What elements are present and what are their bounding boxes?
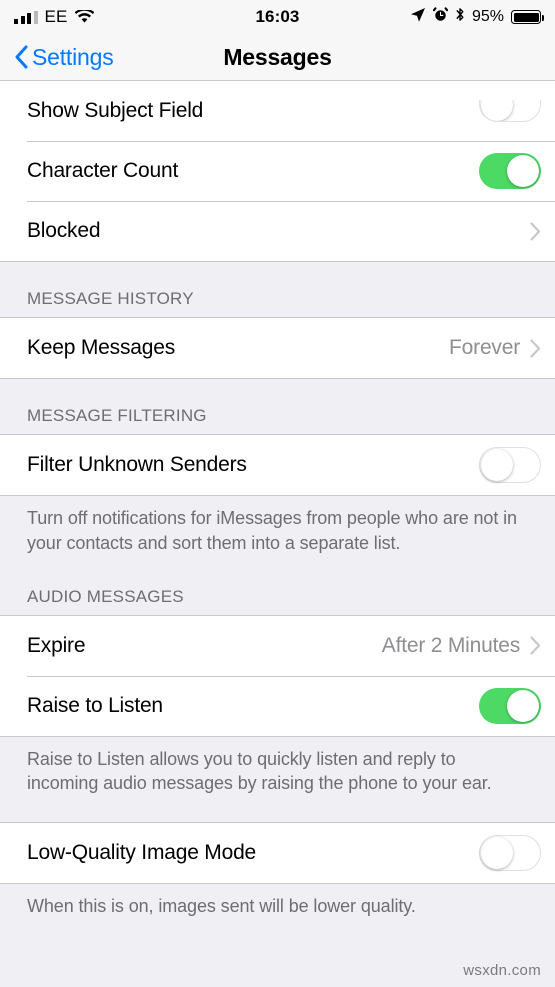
- row-label: Filter Unknown Senders: [27, 453, 247, 476]
- row-character-count[interactable]: Character Count: [0, 141, 555, 201]
- settings-group-message-history: Keep Messages Forever: [0, 317, 555, 379]
- row-value: After 2 Minutes: [381, 633, 520, 657]
- row-low-quality-image-mode[interactable]: Low-Quality Image Mode: [0, 823, 555, 884]
- toggle-show-subject-field[interactable]: [479, 100, 541, 122]
- settings-group-message-filtering: Filter Unknown Senders: [0, 434, 555, 496]
- row-expire[interactable]: Expire After 2 Minutes: [0, 615, 555, 676]
- back-button-settings[interactable]: Settings: [0, 44, 114, 71]
- chevron-right-icon: [530, 221, 541, 241]
- section-header-message-history: MESSAGE HISTORY: [27, 289, 194, 308]
- section-footer-audio-messages: Raise to Listen allows you to quickly li…: [27, 748, 492, 794]
- toggle-filter-unknown-senders[interactable]: [479, 447, 541, 483]
- toggle-raise-to-listen[interactable]: [479, 687, 541, 724]
- row-label: Character Count: [27, 159, 179, 182]
- status-bar: EE 16:03 95%: [0, 0, 555, 34]
- row-label: Raise to Listen: [27, 693, 163, 717]
- wifi-icon: [74, 8, 94, 24]
- settings-group-image-quality: Low-Quality Image Mode: [0, 822, 555, 885]
- row-filter-unknown-senders[interactable]: Filter Unknown Senders: [0, 435, 555, 495]
- row-value: Forever: [449, 336, 520, 359]
- settings-group-general: Show Subject Field Character Count Block…: [0, 81, 555, 262]
- toggle-low-quality-image-mode[interactable]: [479, 835, 541, 872]
- chevron-left-icon: [14, 45, 28, 69]
- chevron-right-icon: [530, 636, 541, 655]
- battery-percent-label: 95%: [471, 8, 504, 25]
- row-label: Blocked: [27, 219, 101, 242]
- section-header-message-filtering: MESSAGE FILTERING: [27, 406, 207, 425]
- back-button-label: Settings: [32, 43, 114, 70]
- signal-bars-icon: [14, 10, 38, 24]
- section-footer-image-quality: When this is on, images sent will be low…: [27, 896, 416, 917]
- row-label: Keep Messages: [27, 336, 175, 359]
- row-keep-messages[interactable]: Keep Messages Forever: [0, 318, 555, 378]
- watermark: wsxdn.com: [463, 962, 541, 979]
- toggle-character-count[interactable]: [479, 153, 541, 189]
- carrier-label: EE: [44, 7, 68, 26]
- battery-icon: [511, 10, 544, 24]
- iphone-settings-screen: EE 16:03 95% Settings Messages Show Subj…: [0, 0, 555, 987]
- alarm-clock-icon: [432, 7, 449, 27]
- row-label: Show Subject Field: [27, 99, 204, 122]
- navigation-bar: Settings Messages: [0, 34, 555, 81]
- chevron-right-icon: [530, 338, 541, 358]
- row-label: Expire: [27, 633, 86, 657]
- location-arrow-icon: [410, 7, 426, 28]
- settings-group-audio-messages: Expire After 2 Minutes Raise to Listen: [0, 614, 555, 737]
- row-show-subject-field[interactable]: Show Subject Field: [0, 81, 555, 141]
- row-label: Low-Quality Image Mode: [27, 841, 257, 865]
- bluetooth-icon: [455, 7, 465, 27]
- row-raise-to-listen[interactable]: Raise to Listen: [0, 675, 555, 736]
- section-footer-message-filtering: Turn off notifications for iMessages fro…: [27, 508, 517, 553]
- settings-table: Show Subject Field Character Count Block…: [0, 81, 555, 924]
- section-header-audio-messages: AUDIO MESSAGES: [27, 586, 184, 606]
- status-bar-right: 95%: [410, 7, 544, 28]
- status-bar-left: EE: [14, 7, 94, 27]
- row-blocked[interactable]: Blocked: [0, 201, 555, 261]
